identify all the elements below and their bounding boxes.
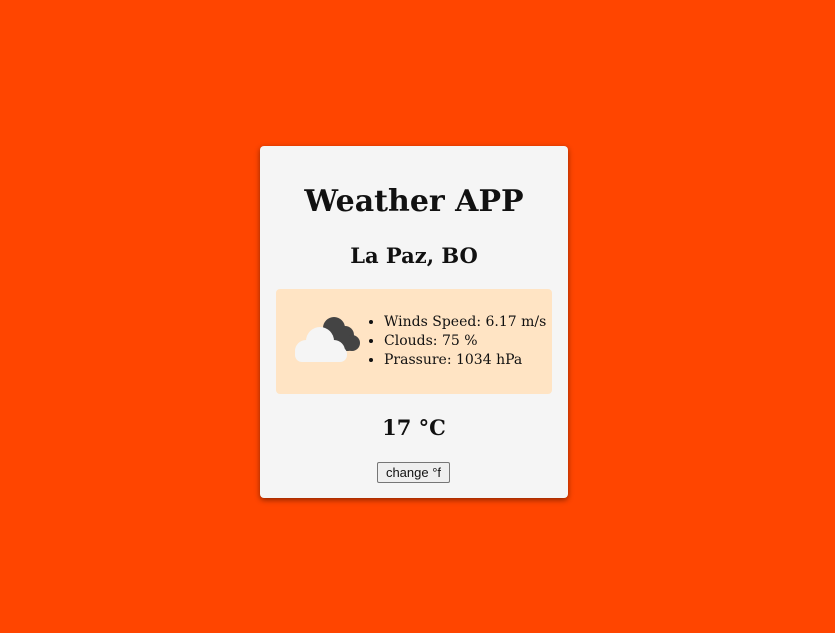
cloud-icon — [295, 317, 360, 362]
app-title: Weather APP — [304, 184, 524, 219]
weather-details-list: Winds Speed: 6.17 m/s Clouds: 75 % Prass… — [366, 313, 546, 370]
pressure-item: Prassure: 1034 hPa — [384, 351, 546, 370]
weather-info-panel: Winds Speed: 6.17 m/s Clouds: 75 % Prass… — [276, 289, 552, 394]
change-unit-button[interactable]: change °f — [377, 462, 450, 483]
wind-speed-item: Winds Speed: 6.17 m/s — [384, 313, 546, 332]
clouds-item: Clouds: 75 % — [384, 332, 546, 351]
weather-card: Weather APP La Paz, BO Winds Speed: 6.17… — [260, 146, 568, 498]
city-name: La Paz, BO — [350, 243, 478, 268]
temperature-display: 17 °C — [382, 415, 446, 440]
